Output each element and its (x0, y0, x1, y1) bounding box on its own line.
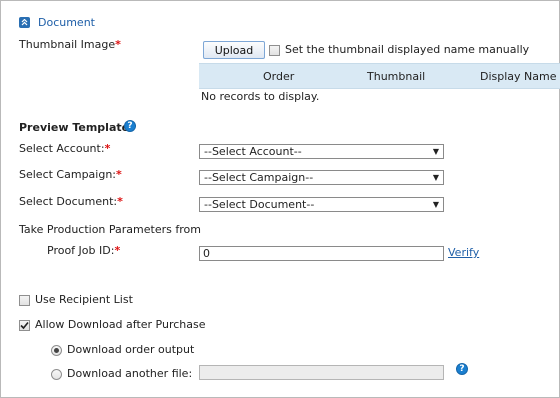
select-document-label: Select Document:* (19, 195, 123, 208)
column-thumbnail[interactable]: Thumbnail (367, 70, 425, 83)
manual-name-label: Set the thumbnail displayed name manuall… (285, 43, 530, 56)
manual-name-checkbox[interactable] (269, 44, 280, 56)
allow-download-option[interactable]: Allow Download after Purchase (19, 318, 206, 331)
section-title: Document (38, 15, 95, 29)
account-select-value: --Select Account-- (204, 145, 302, 158)
download-another-file-option[interactable]: Download another file: (51, 367, 192, 380)
download-order-output-label: Download order output (67, 343, 195, 356)
check-icon (20, 321, 29, 329)
help-icon[interactable]: ? (124, 120, 136, 132)
thumbnail-image-label: Thumbnail Image* (19, 38, 121, 51)
campaign-select[interactable]: --Select Campaign-- ▼ (199, 170, 444, 185)
another-file-input[interactable] (199, 365, 444, 380)
section-header[interactable]: Document (19, 14, 95, 30)
select-campaign-label: Select Campaign:* (19, 168, 122, 181)
download-order-output-option[interactable]: Download order output (51, 343, 194, 356)
upload-button[interactable]: Upload (203, 41, 265, 59)
required-mark: * (115, 38, 121, 51)
grid-empty-text: No records to display. (201, 90, 320, 103)
document-select[interactable]: --Select Document-- ▼ (199, 197, 444, 212)
dropdown-arrow-icon: ▼ (432, 147, 439, 156)
document-panel: Document Thumbnail Image* Upload Set the… (0, 0, 560, 398)
dropdown-arrow-icon: ▼ (432, 200, 439, 209)
use-recipient-list-label: Use Recipient List (35, 293, 133, 306)
help-icon[interactable]: ? (456, 363, 468, 375)
production-params-label: Take Production Parameters from (19, 223, 201, 236)
thumbnail-grid-header: Order Thumbnail Display Name (199, 63, 560, 89)
verify-link[interactable]: Verify (448, 246, 479, 259)
preview-template-title: Preview Template: (19, 121, 134, 134)
use-recipient-list-checkbox[interactable] (19, 294, 30, 306)
dropdown-arrow-icon: ▼ (432, 173, 439, 182)
column-order[interactable]: Order (263, 70, 294, 83)
campaign-select-value: --Select Campaign-- (204, 171, 314, 184)
allow-download-checkbox[interactable] (19, 319, 30, 331)
document-select-value: --Select Document-- (204, 198, 315, 211)
account-select[interactable]: --Select Account-- ▼ (199, 144, 444, 159)
select-account-label: Select Account:* (19, 142, 111, 155)
manual-name-option[interactable]: Set the thumbnail displayed name manuall… (269, 43, 529, 56)
allow-download-label: Allow Download after Purchase (35, 318, 206, 331)
use-recipient-list-option[interactable]: Use Recipient List (19, 293, 133, 306)
download-order-output-radio[interactable] (51, 344, 62, 356)
proof-job-label: Proof Job ID:* (47, 244, 121, 257)
proof-job-input[interactable]: 0 (199, 246, 444, 261)
download-another-file-radio[interactable] (51, 368, 62, 380)
download-another-file-label: Download another file: (67, 367, 193, 380)
collapse-icon[interactable] (19, 16, 30, 28)
column-display-name[interactable]: Display Name (480, 70, 557, 83)
